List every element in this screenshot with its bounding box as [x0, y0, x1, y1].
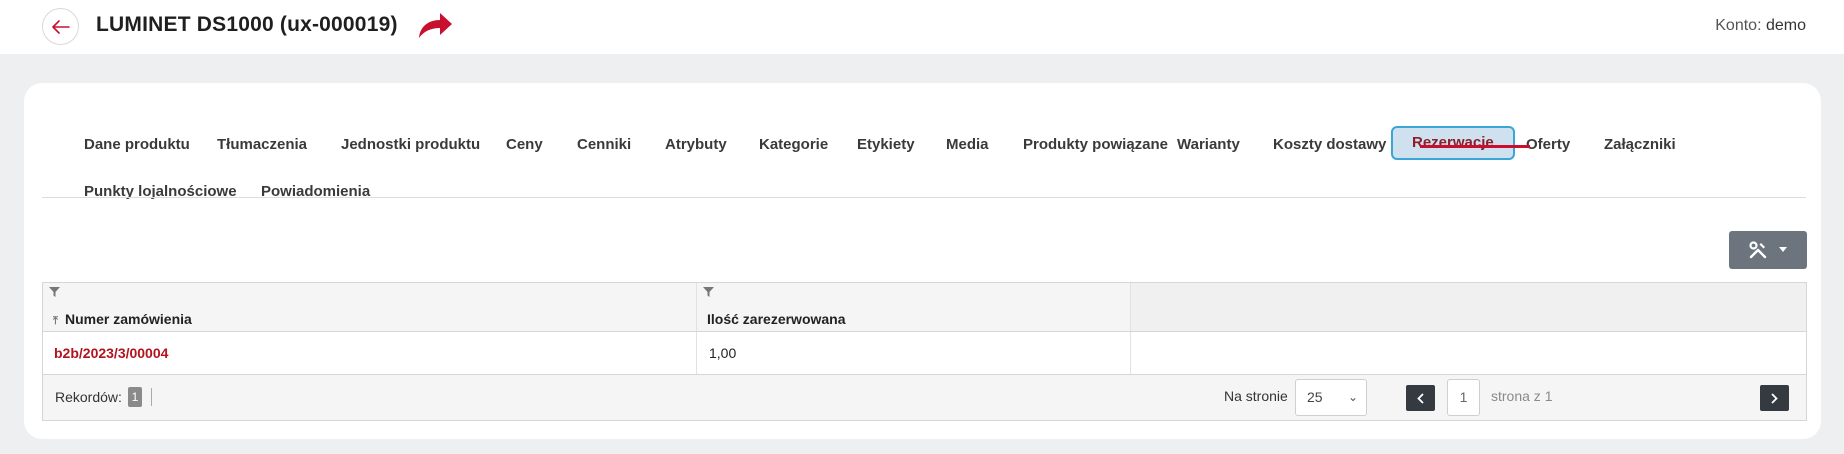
arrow-left-icon	[51, 19, 70, 34]
tab-atrybuty[interactable]: Atrybuty	[665, 136, 727, 154]
tab-media[interactable]: Media	[946, 136, 989, 154]
column-title-reserved-qty: Ilość zarezerwowana	[707, 311, 846, 327]
tab-punkty-lojalnosciowe[interactable]: Punkty lojalnościowe	[84, 183, 237, 201]
tab-oferty[interactable]: Oferty	[1526, 136, 1570, 154]
tab-etykiety[interactable]: Etykiety	[857, 136, 915, 154]
tab-powiadomienia[interactable]: Powiadomienia	[261, 183, 370, 201]
tab-kategorie[interactable]: Kategorie	[759, 136, 828, 154]
back-button[interactable]	[42, 8, 79, 45]
product-card: Dane produktu Tłumaczenia Jednostki prod…	[24, 83, 1821, 439]
per-page-select[interactable]: 25 ⌄	[1295, 379, 1367, 416]
chevron-left-icon	[1417, 392, 1424, 404]
sort-asc-icon: ⤒	[53, 315, 58, 327]
tabs-divider	[42, 197, 1806, 198]
tab-jednostki-produktu[interactable]: Jednostki produktu	[341, 136, 480, 154]
records-label: Rekordów:	[55, 389, 122, 405]
current-page-input[interactable]: 1	[1447, 379, 1480, 416]
account-info: Konto: demo	[1715, 17, 1806, 35]
page-title: LUMINET DS1000 (ux-000019)	[96, 13, 398, 36]
next-page-button[interactable]	[1760, 385, 1789, 411]
tab-koszty-dostawy[interactable]: Koszty dostawy	[1273, 136, 1386, 154]
filter-icon[interactable]	[49, 287, 60, 297]
tab-ceny[interactable]: Ceny	[506, 136, 543, 154]
tab-zalaczniki[interactable]: Załączniki	[1604, 136, 1676, 154]
caret-down-icon	[1779, 247, 1787, 252]
column-header-order-number[interactable]: ⤒ Numer zamówienia	[43, 283, 697, 331]
order-number-link[interactable]: b2b/2023/3/00004	[54, 345, 168, 361]
footer-divider	[150, 388, 152, 406]
account-label: Konto:	[1715, 17, 1762, 34]
per-page-value: 25	[1307, 389, 1323, 405]
cell-order-number: b2b/2023/3/00004	[43, 332, 697, 374]
reservations-grid: ⤒ Numer zamówienia Ilość zarezerwowana b2…	[42, 282, 1807, 421]
chevron-right-icon	[1771, 392, 1778, 404]
product-tabs: Dane produktu Tłumaczenia Jednostki prod…	[42, 103, 1786, 201]
cell-reserved-qty: 1,00	[697, 332, 1131, 374]
page-of-label: strona z 1	[1491, 388, 1553, 404]
grid-header: ⤒ Numer zamówienia Ilość zarezerwowana	[43, 283, 1806, 332]
top-bar: LUMINET DS1000 (ux-000019) Konto: demo	[0, 0, 1844, 54]
column-header-reserved-qty[interactable]: Ilość zarezerwowana	[697, 283, 1131, 331]
chevron-down-icon: ⌄	[1347, 390, 1358, 404]
tab-rezerwacje[interactable]: Rezerwacje	[1391, 126, 1515, 160]
tab-produkty-powiazane[interactable]: Produkty powiązane	[1023, 136, 1168, 154]
column-header-empty	[1131, 283, 1806, 331]
tab-warianty[interactable]: Warianty	[1177, 136, 1240, 154]
per-page-label: Na stronie	[1224, 388, 1288, 404]
grid-footer: Rekordów: 1 Na stronie 25 ⌄ 1 strona z 1	[43, 375, 1806, 420]
records-info: Rekordów: 1	[55, 387, 152, 407]
tab-tlumaczenia[interactable]: Tłumaczenia	[217, 136, 307, 154]
tab-cenniki[interactable]: Cenniki	[577, 136, 631, 154]
records-count-badge: 1	[127, 387, 142, 407]
wrench-screwdriver-icon	[1749, 241, 1767, 259]
active-tab-underline	[1420, 145, 1530, 148]
prev-page-button[interactable]	[1406, 385, 1435, 411]
filter-icon[interactable]	[703, 287, 714, 297]
redirect-arrow-icon[interactable]	[416, 10, 454, 42]
table-row: b2b/2023/3/00004 1,00	[43, 332, 1806, 375]
column-title-order-number: ⤒ Numer zamówienia	[53, 311, 192, 327]
tab-dane-produktu[interactable]: Dane produktu	[84, 136, 190, 154]
tools-dropdown-button[interactable]	[1729, 231, 1807, 269]
account-user[interactable]: demo	[1766, 17, 1806, 34]
